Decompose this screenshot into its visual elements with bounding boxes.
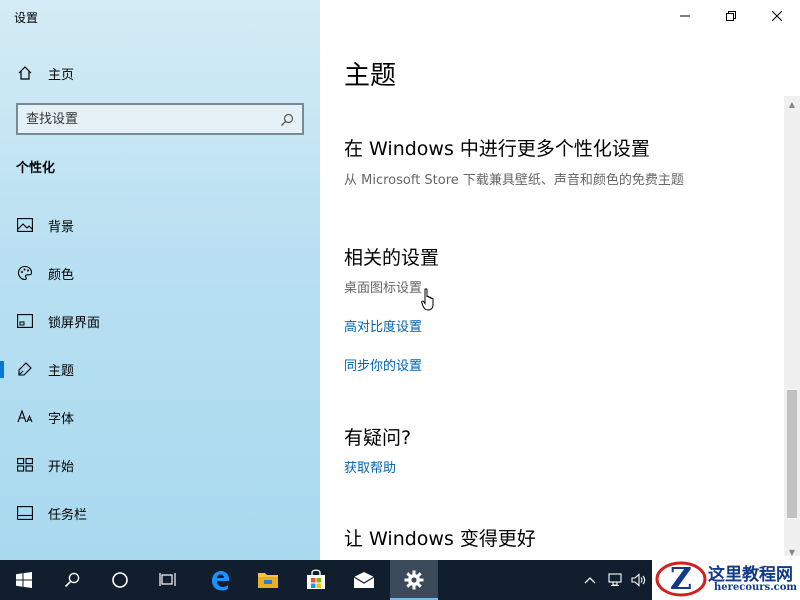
close-icon	[772, 11, 782, 21]
help-heading: 有疑问?	[344, 427, 412, 449]
hand-cursor-icon	[421, 288, 434, 311]
main-content: 主题 在 Windows 中进行更多个性化设置 从 Microsoft Stor…	[320, 0, 800, 560]
task-view-button[interactable]	[144, 560, 192, 600]
search-box	[16, 103, 304, 135]
sidebar-item-start[interactable]: 开始	[0, 445, 320, 485]
sidebar: 设置 主页 个性化 背景 颜色 锁屏界面 主题	[0, 0, 320, 560]
sidebar-item-label: 主题	[48, 363, 75, 379]
cortana-icon	[112, 572, 128, 588]
sync-settings-link[interactable]: 同步你的设置	[344, 355, 422, 374]
sidebar-item-label: 背景	[48, 219, 75, 235]
scrollbar[interactable]: ▲ ▼	[784, 96, 800, 560]
network-icon	[608, 573, 622, 587]
home-icon	[17, 65, 33, 81]
high-contrast-settings-link[interactable]: 高对比度设置	[344, 316, 422, 335]
start-tiles-icon	[17, 457, 33, 473]
cortana-button[interactable]	[96, 560, 144, 600]
improve-windows-heading: 让 Windows 变得更好	[344, 528, 536, 550]
volume-icon	[631, 573, 646, 587]
picture-icon	[17, 217, 33, 233]
tray-overflow-button[interactable]	[578, 560, 602, 600]
search-icon	[64, 572, 80, 588]
sidebar-item-taskbar[interactable]: 任务栏	[0, 493, 320, 533]
close-button[interactable]	[754, 0, 800, 32]
store-icon	[307, 569, 325, 589]
page-title: 主题	[344, 61, 397, 91]
sidebar-item-label: 开始	[48, 459, 75, 475]
sidebar-item-label: 主页	[48, 67, 75, 83]
search-input[interactable]	[26, 110, 276, 128]
minimize-icon	[680, 15, 690, 17]
font-icon	[17, 409, 33, 425]
mail-button[interactable]	[340, 560, 388, 600]
section-heading: 个性化	[16, 161, 56, 176]
file-explorer-button[interactable]	[244, 560, 292, 600]
sidebar-item-label: 字体	[48, 411, 75, 427]
search-icon[interactable]	[280, 112, 294, 126]
minimize-button[interactable]	[662, 0, 708, 32]
mail-icon	[353, 572, 375, 588]
chevron-up-icon	[584, 577, 596, 584]
sidebar-item-colors[interactable]: 颜色	[0, 253, 320, 293]
scrollbar-thumb[interactable]	[787, 390, 797, 518]
sidebar-item-fonts[interactable]: 字体	[0, 397, 320, 437]
edge-icon	[212, 571, 229, 591]
file-explorer-icon	[258, 573, 278, 588]
store-description: 从 Microsoft Store 下载兼具壁纸、声音和颜色的免费主题	[344, 173, 684, 188]
related-settings-heading: 相关的设置	[344, 247, 440, 269]
volume-button[interactable]	[628, 560, 650, 600]
sidebar-item-background[interactable]: 背景	[0, 205, 320, 245]
lock-screen-icon	[17, 313, 33, 329]
sidebar-item-label: 任务栏	[48, 507, 88, 523]
watermark: Z 这里教程网 herecours.com	[652, 556, 800, 600]
network-button[interactable]	[604, 560, 626, 600]
settings-button[interactable]	[390, 560, 438, 600]
edge-button[interactable]	[196, 560, 244, 600]
taskbar-search-button[interactable]	[48, 560, 96, 600]
palette-icon	[17, 265, 33, 281]
get-help-link[interactable]: 获取帮助	[344, 457, 396, 476]
watermark-logo: Z	[655, 561, 707, 597]
settings-icon	[404, 570, 424, 590]
sidebar-item-home[interactable]: 主页	[0, 53, 320, 93]
app-title: 设置	[14, 11, 39, 25]
store-button[interactable]	[292, 560, 340, 600]
sidebar-item-label: 锁屏界面	[48, 315, 101, 331]
watermark-url: herecours.com	[714, 582, 798, 593]
svg-text:Z: Z	[670, 562, 692, 597]
taskbar-icon	[17, 505, 33, 521]
start-button[interactable]	[0, 560, 48, 600]
task-view-icon	[159, 573, 176, 586]
sidebar-item-label: 颜色	[48, 267, 75, 283]
desktop-icon-settings-link[interactable]: 桌面图标设置	[344, 277, 422, 296]
restore-button[interactable]	[708, 0, 754, 32]
sidebar-item-lock-screen[interactable]: 锁屏界面	[0, 301, 320, 341]
sidebar-item-themes[interactable]: 主题	[0, 349, 320, 389]
theme-icon	[17, 361, 33, 377]
restore-icon	[726, 11, 736, 21]
scroll-up-icon[interactable]: ▲	[784, 96, 800, 112]
start-icon	[16, 572, 32, 588]
store-heading: 在 Windows 中进行更多个性化设置	[344, 138, 650, 160]
